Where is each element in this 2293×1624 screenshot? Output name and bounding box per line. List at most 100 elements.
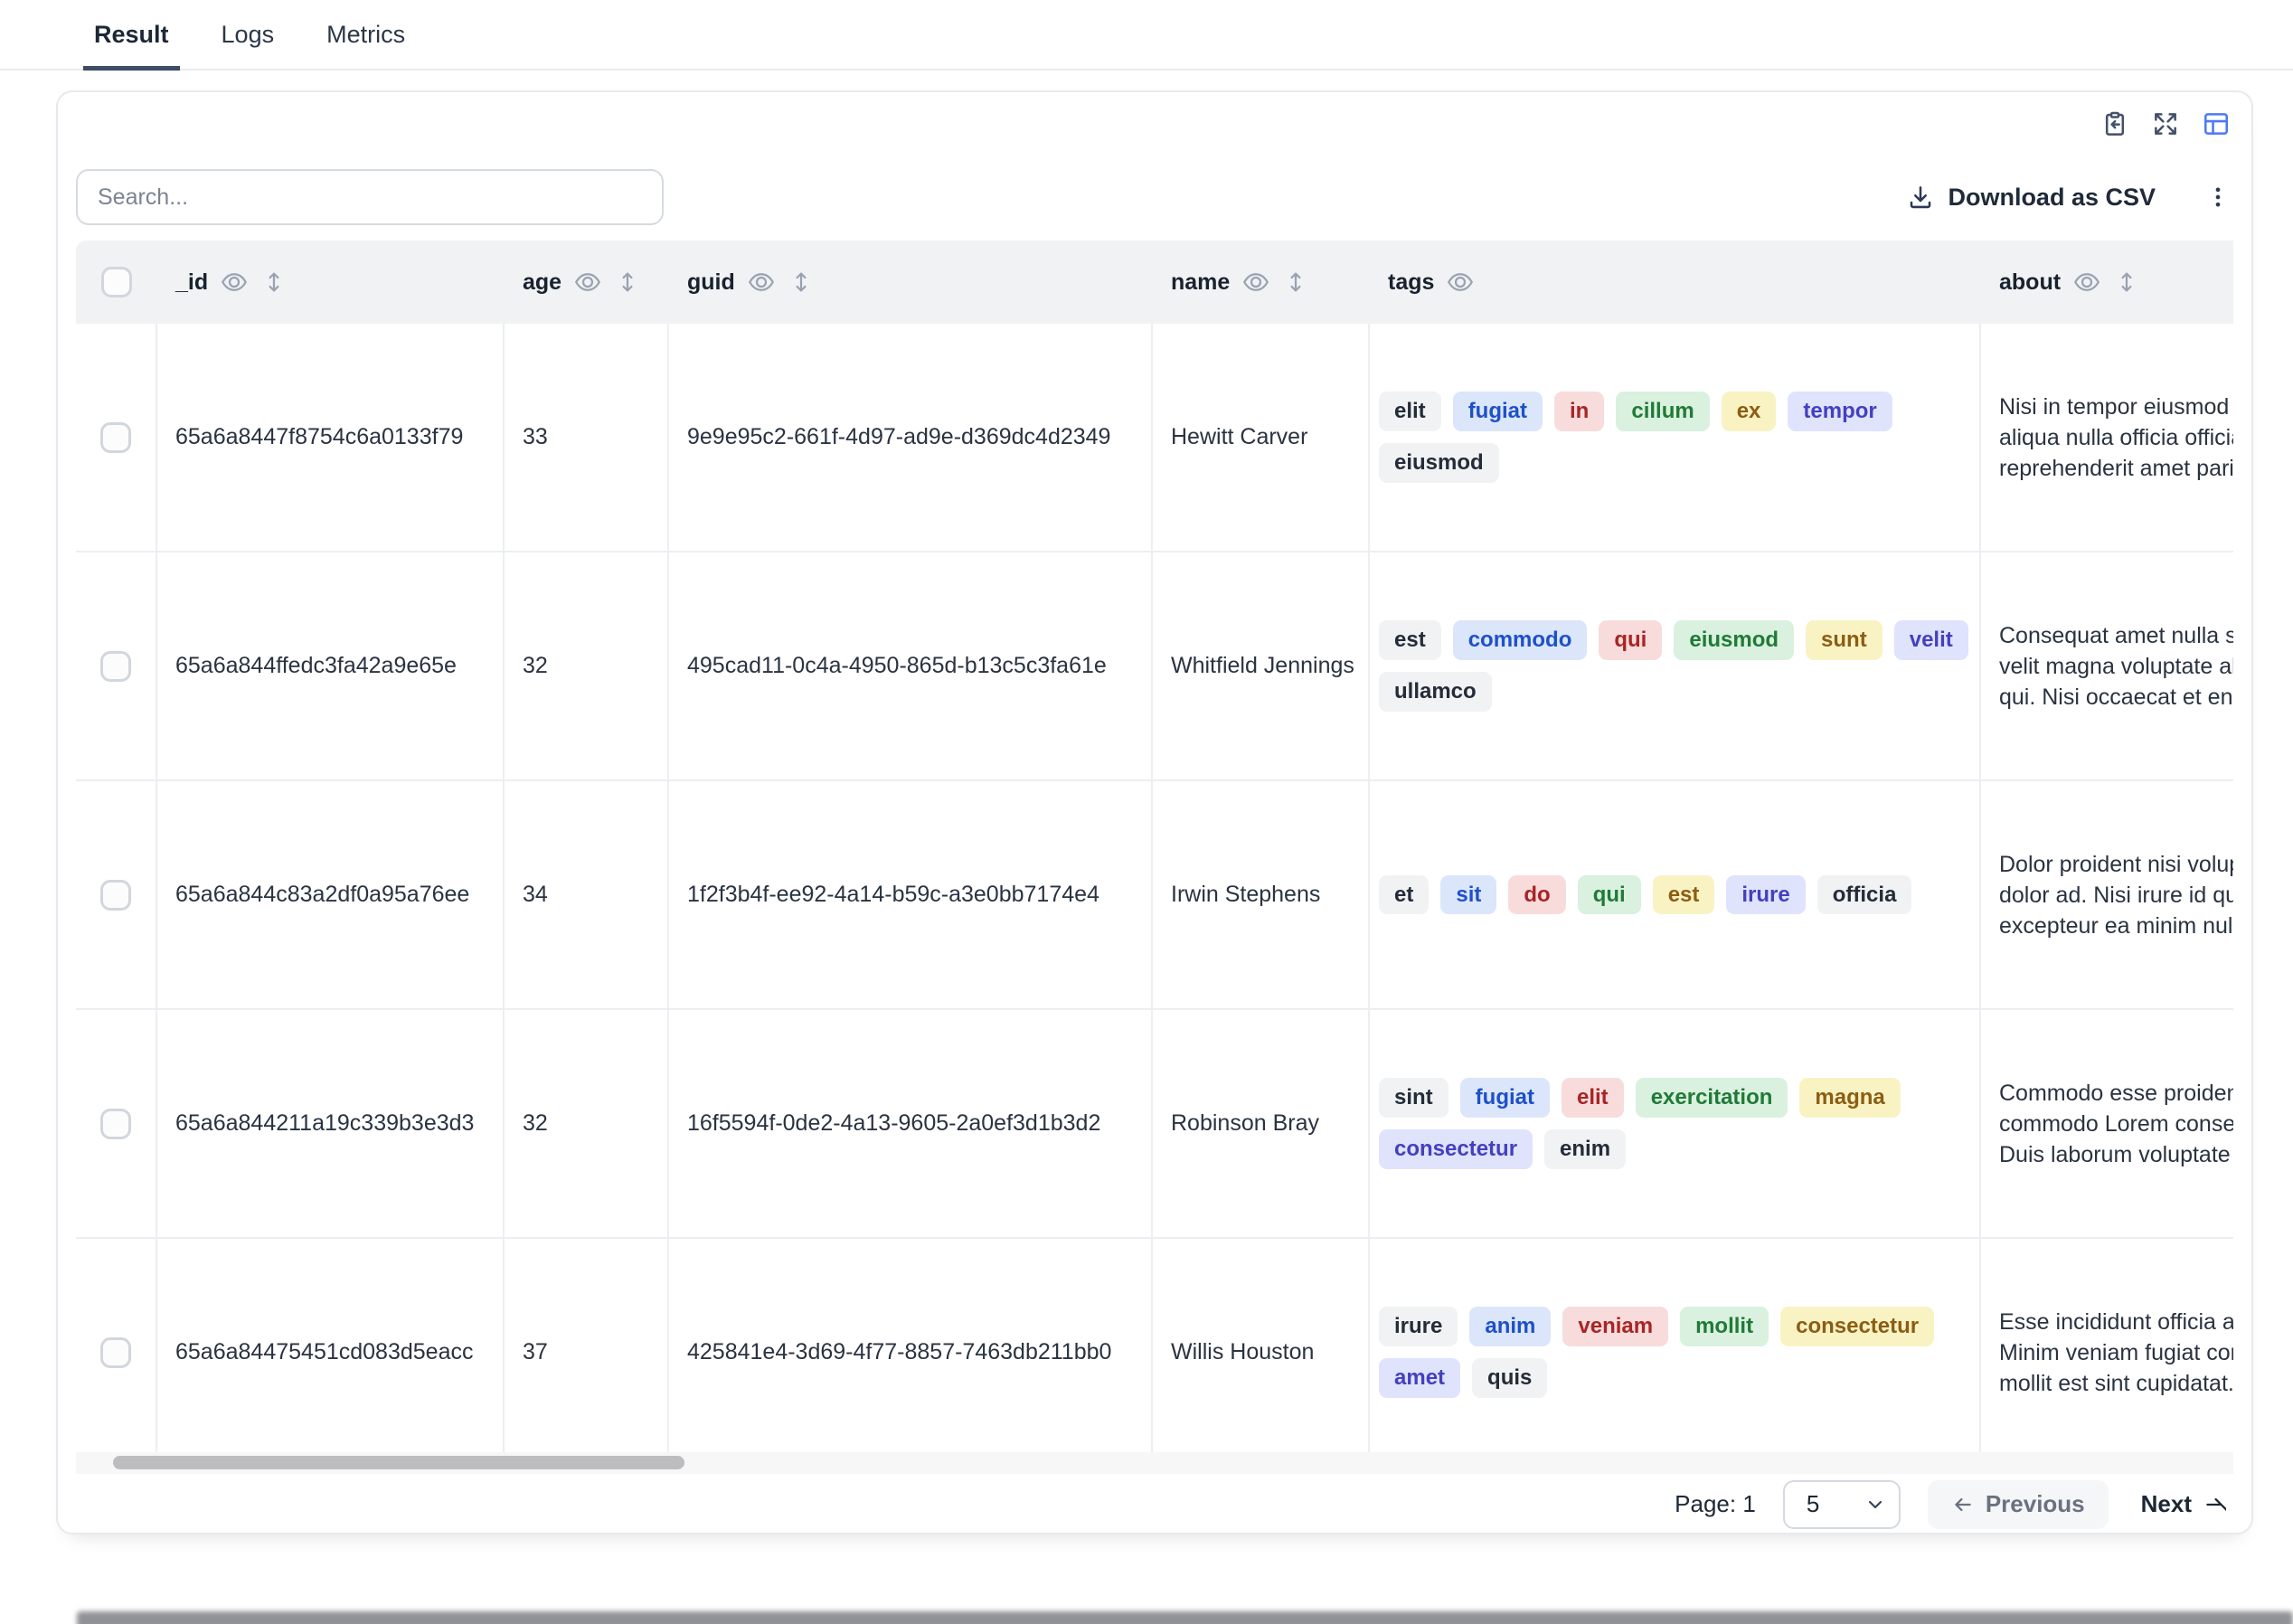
tag-chip: eiusmod (1674, 620, 1794, 660)
result-table: _idageguid nametags about 65a6a8447f8754c6… (76, 241, 2233, 1474)
tag-chip: ex (1722, 392, 1777, 431)
cell-guid: 495cad11-0c4a-4950-865d-b13c5c3fa61e (669, 552, 1153, 779)
table-row: 65a6a844211a19c339b3e3d33216f5594f-0de2-… (76, 1010, 2233, 1239)
download-csv-button[interactable]: Download as CSV (1906, 183, 2156, 212)
cell-id: 65a6a844211a19c339b3e3d3 (157, 1010, 505, 1237)
sort-icon[interactable] (2113, 269, 2140, 296)
cell-id: 65a6a844ffedc3fa42a9e65e (157, 552, 505, 779)
cell-guid: 425841e4-3d69-4f77-8857-7463db211bb0 (669, 1239, 1153, 1466)
kebab-menu-icon[interactable] (2203, 179, 2233, 215)
arrow-left-icon (1951, 1493, 1975, 1516)
eye-icon[interactable] (574, 269, 601, 296)
sort-icon[interactable] (1282, 269, 1309, 296)
tag-chip: sunt (1806, 620, 1883, 660)
tag-chip: veniam (1562, 1307, 1668, 1346)
column-header-age: age (505, 241, 669, 324)
tag-chip: velit (1894, 620, 1968, 660)
page-size-select[interactable]: 5 (1783, 1480, 1901, 1529)
table-body: 65a6a8447f8754c6a0133f79339e9e95c2-661f-… (76, 324, 2233, 1468)
column-header-guid: guid (669, 241, 1153, 324)
eye-icon[interactable] (2073, 269, 2100, 296)
column-label: guid (687, 269, 735, 296)
tag-chip: anim (1469, 1307, 1551, 1346)
cell-age: 34 (505, 781, 669, 1008)
tag-chip: mollit (1680, 1307, 1769, 1346)
cell-about: Nisi in tempor eiusmod nulla aliqua null… (1981, 324, 2233, 551)
row-checkbox[interactable] (100, 422, 131, 453)
tag-chip: ullamco (1379, 672, 1492, 712)
eye-icon[interactable] (221, 269, 248, 296)
search-input[interactable] (76, 169, 664, 225)
eye-icon[interactable] (1242, 269, 1269, 296)
cell-about: Dolor proident nisi voluptate dolor ad. … (1981, 781, 2233, 1008)
tag-chip: exercitation (1636, 1078, 1788, 1118)
tag-chip: irure (1726, 875, 1805, 915)
tab-logs[interactable]: Logs (211, 0, 286, 69)
tab-result[interactable]: Result (83, 0, 180, 69)
eye-icon[interactable] (748, 269, 775, 296)
column-label: about (1999, 269, 2061, 296)
tag-chip: qui (1578, 875, 1641, 915)
cell-age: 32 (505, 1010, 669, 1237)
tag-chip: sit (1440, 875, 1496, 915)
column-header-select (76, 241, 157, 324)
view-toolbar (2098, 107, 2233, 141)
cell-tags: sintfugiatelitexercitationmagnaconsectet… (1370, 1010, 1981, 1237)
bottom-shadow (77, 1611, 2293, 1624)
row-checkbox[interactable] (100, 1109, 131, 1139)
tag-chip: sint (1379, 1078, 1448, 1118)
arrow-right-icon (2203, 1493, 2226, 1516)
download-csv-label: Download as CSV (1948, 184, 2156, 212)
cell-name: Robinson Bray (1153, 1010, 1370, 1237)
row-checkbox[interactable] (100, 880, 131, 911)
query-result-panel: Result Logs Metrics (0, 0, 2293, 1624)
cell-about: Commodo esse proident ex commodo Lorem c… (1981, 1010, 2233, 1237)
horizontal-scrollbar-thumb[interactable] (113, 1456, 684, 1469)
column-header-tags: tags (1370, 241, 1981, 324)
tab-metrics[interactable]: Metrics (316, 0, 416, 69)
cell-age: 33 (505, 324, 669, 551)
column-header-id: _id (157, 241, 505, 324)
page-indicator: Page: 1 (1675, 1490, 1756, 1518)
paste-response-icon[interactable] (2098, 107, 2132, 141)
sort-icon[interactable] (788, 269, 815, 296)
cell-name: Willis Houston (1153, 1239, 1370, 1466)
cell-name: Hewitt Carver (1153, 324, 1370, 551)
sort-icon[interactable] (260, 269, 288, 296)
tag-chip: elit (1562, 1078, 1624, 1118)
cell-guid: 9e9e95c2-661f-4d97-ad9e-d369dc4d2349 (669, 324, 1153, 551)
tag-chip: cillum (1616, 392, 1709, 431)
expand-icon[interactable] (2148, 107, 2183, 141)
cell-about: Consequat amet nulla sit au velit magna … (1981, 552, 2233, 779)
sort-icon[interactable] (614, 269, 641, 296)
cell-age: 32 (505, 552, 669, 779)
previous-button[interactable]: Previous (1928, 1480, 2109, 1529)
tag-chip: magna (1799, 1078, 1900, 1118)
table-view-icon[interactable] (2199, 107, 2233, 141)
horizontal-scrollbar[interactable] (76, 1452, 2233, 1474)
tag-chip: eiusmod (1379, 443, 1499, 483)
page-size-value: 5 (1807, 1490, 1819, 1518)
next-button[interactable]: Next (2136, 1490, 2232, 1518)
table-row: 65a6a844ffedc3fa42a9e65e32495cad11-0c4a-… (76, 552, 2233, 781)
cell-about: Esse incididunt officia adipi Minim veni… (1981, 1239, 2233, 1466)
select-all-checkbox[interactable] (101, 267, 132, 297)
tab-bar: Result Logs Metrics (0, 0, 2293, 71)
table-header-row: _idageguid nametags about (76, 241, 2233, 324)
tag-chip: commodo (1453, 620, 1588, 660)
row-checkbox[interactable] (100, 1337, 131, 1368)
cell-age: 37 (505, 1239, 669, 1466)
column-header-name: name (1153, 241, 1370, 324)
cell-tags: estcommodoquieiusmodsuntvelitullamco (1370, 552, 1981, 779)
tag-chip: fugiat (1453, 392, 1543, 431)
tag-chip: est (1653, 875, 1715, 915)
table-row: 65a6a84475451cd083d5eacc37425841e4-3d69-… (76, 1239, 2233, 1468)
eye-icon[interactable] (1447, 269, 1474, 296)
table-row: 65a6a8447f8754c6a0133f79339e9e95c2-661f-… (76, 324, 2233, 552)
tag-chip: consectetur (1379, 1129, 1533, 1169)
tag-chip: consectetur (1780, 1307, 1934, 1346)
result-card: Download as CSV _idageguid nametags about … (56, 90, 2253, 1534)
tag-chip: elit (1379, 392, 1441, 431)
row-checkbox[interactable] (100, 651, 131, 682)
pagination-bar: Page: 1 5 Previous Next (76, 1476, 2232, 1533)
